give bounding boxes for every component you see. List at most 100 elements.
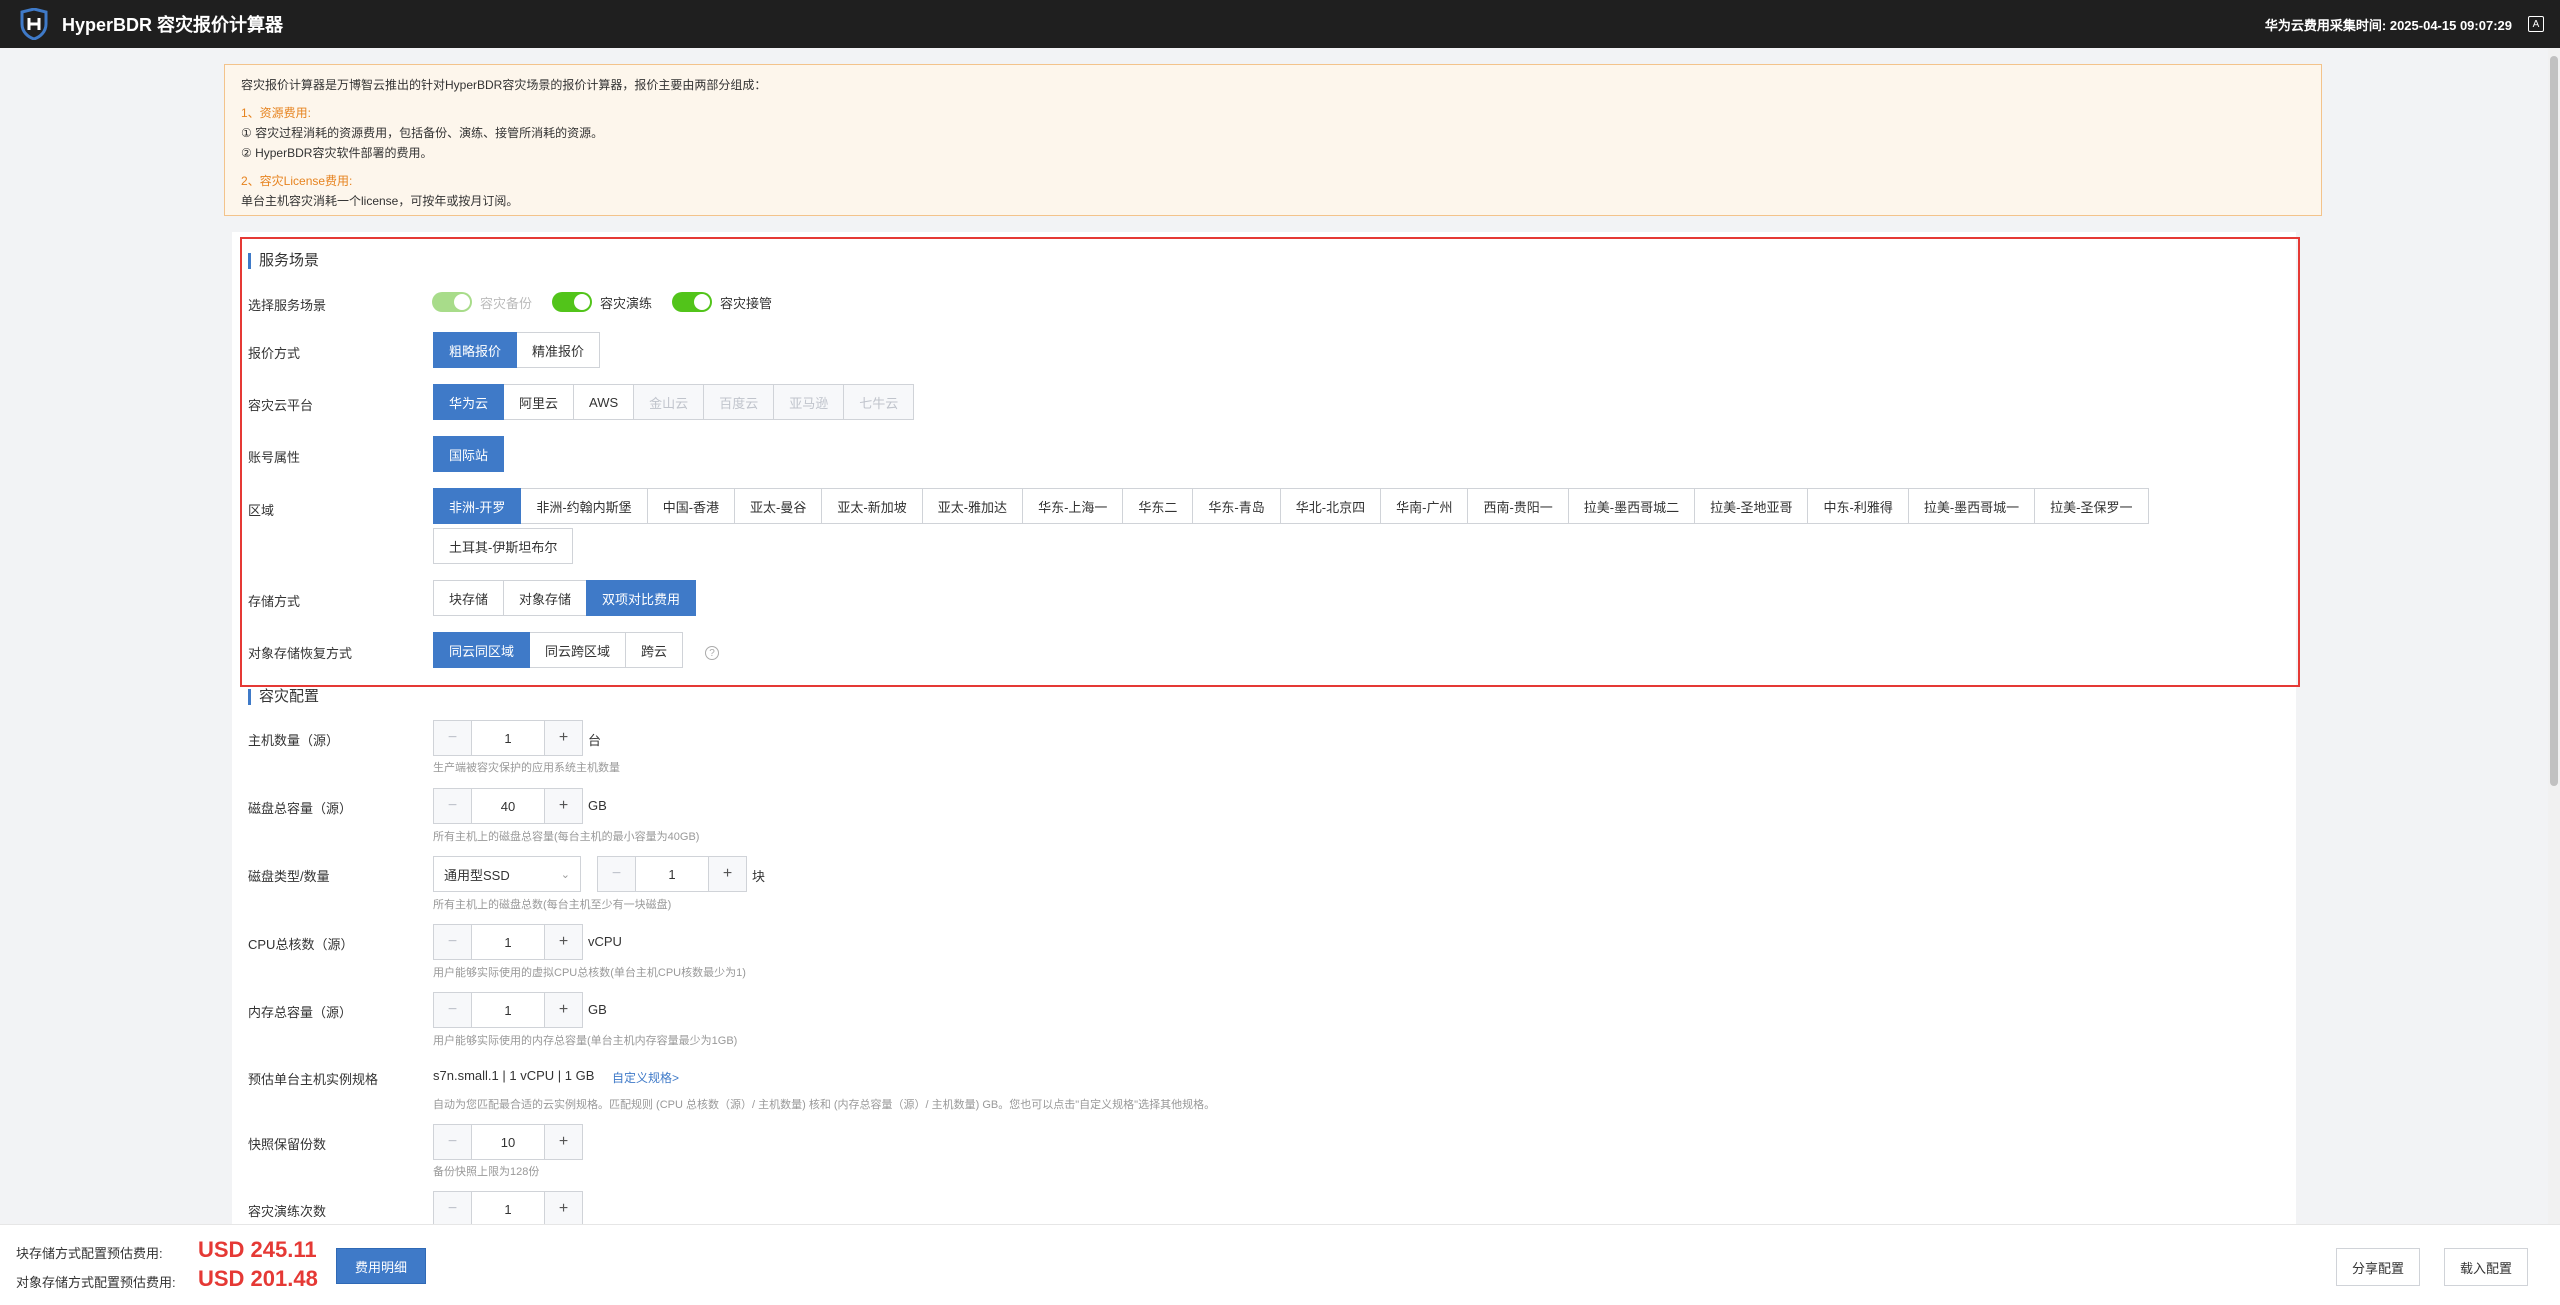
region-option[interactable]: 亚太-曼谷 bbox=[734, 488, 823, 524]
quote-option-rough[interactable]: 粗略报价 bbox=[433, 332, 518, 368]
plus-icon[interactable]: + bbox=[544, 721, 582, 755]
recovery-option-cross-cloud[interactable]: 跨云 bbox=[625, 632, 684, 668]
plus-icon[interactable]: + bbox=[544, 789, 582, 823]
hosts-label: 主机数量（源） bbox=[248, 733, 340, 748]
cloud-option-huawei[interactable]: 华为云 bbox=[433, 384, 505, 420]
spec-hint: 自动为您匹配最合适的云实例规格。匹配规则 (CPU 总核数（源）/ 主机数量) … bbox=[433, 1099, 1216, 1111]
app-title: HyperBDR 容灾报价计算器 bbox=[62, 15, 284, 35]
disk-type-hint: 所有主机上的磁盘总数(每台主机至少有一块磁盘) bbox=[433, 899, 672, 911]
notice-section1-item1: ① 容灾过程消耗的资源费用，包括备份、演练、接管所消耗的资源。 bbox=[241, 126, 604, 140]
region-option[interactable]: 拉美-墨西哥城二 bbox=[1567, 488, 1696, 524]
vertical-scrollbar[interactable] bbox=[2548, 48, 2560, 1224]
disk-capacity-hint: 所有主机上的磁盘总容量(每台主机的最小容量为40GB) bbox=[433, 831, 700, 843]
region-option[interactable]: 拉美-圣保罗一 bbox=[2034, 488, 2149, 524]
corner-icon[interactable]: A bbox=[2528, 16, 2544, 32]
quote-label: 报价方式 bbox=[248, 346, 301, 361]
cloud-option-amazon[interactable]: 亚马逊 bbox=[773, 384, 845, 420]
toggle-takeover[interactable] bbox=[672, 292, 713, 312]
notice-intro: 容灾报价计算器是万博智云推出的针对HyperBDR容灾场景的报价计算器，报价主要… bbox=[241, 78, 767, 92]
block-fee-value: USD 245.11 bbox=[198, 1237, 317, 1262]
plus-icon[interactable]: + bbox=[544, 1192, 582, 1226]
cloud-option-qiniu[interactable]: 七牛云 bbox=[843, 384, 915, 420]
cloud-option-kingsoft[interactable]: 金山云 bbox=[633, 384, 705, 420]
region-options: 非洲-开罗 非洲-约翰内斯堡 中国-香港 亚太-曼谷 亚太-新加坡 亚太-雅加达… bbox=[433, 488, 2149, 524]
region-option[interactable]: 拉美-圣地亚哥 bbox=[1694, 488, 1809, 524]
drills-input[interactable] bbox=[472, 1192, 544, 1226]
region-option[interactable]: 华东-青岛 bbox=[1192, 488, 1281, 524]
region-option[interactable]: 非洲-约翰内斯堡 bbox=[520, 488, 648, 524]
object-fee-label: 对象存储方式配置预估费用: bbox=[16, 1275, 176, 1290]
disk-count-stepper: − + bbox=[597, 856, 747, 892]
cloud-option-aliyun[interactable]: 阿里云 bbox=[503, 384, 575, 420]
cloud-option-baidu[interactable]: 百度云 bbox=[703, 384, 775, 420]
intro-notice: 容灾报价计算器是万博智云推出的针对HyperBDR容灾场景的报价计算器，报价主要… bbox=[224, 64, 2322, 216]
scene-label: 选择服务场景 bbox=[248, 298, 327, 313]
toggle-backup[interactable] bbox=[432, 292, 472, 312]
share-config-button[interactable]: 分享配置 bbox=[2336, 1248, 2420, 1286]
snapshots-input[interactable] bbox=[472, 1125, 544, 1159]
cpu-unit: vCPU bbox=[588, 934, 622, 949]
storage-option-object[interactable]: 对象存储 bbox=[503, 580, 588, 616]
disk-type-select[interactable]: 通用型SSD ⌄ bbox=[433, 856, 581, 892]
disk-count-input[interactable] bbox=[636, 857, 708, 891]
recovery-option-same-region[interactable]: 同云同区域 bbox=[433, 632, 531, 668]
storage-option-compare[interactable]: 双项对比费用 bbox=[586, 580, 697, 616]
load-config-button[interactable]: 载入配置 bbox=[2444, 1248, 2528, 1286]
plus-icon[interactable]: + bbox=[708, 857, 746, 891]
region-option[interactable]: 亚太-新加坡 bbox=[821, 488, 923, 524]
region-option[interactable]: 拉美-墨西哥城一 bbox=[1907, 488, 2036, 524]
region-option[interactable]: 西南-贵阳一 bbox=[1467, 488, 1569, 524]
toggle-drill-label: 容灾演练 bbox=[600, 295, 653, 311]
region-option[interactable]: 华东二 bbox=[1122, 488, 1194, 524]
minus-icon[interactable]: − bbox=[598, 857, 636, 891]
hosts-input[interactable] bbox=[472, 721, 544, 755]
cloud-label: 容灾云平台 bbox=[248, 398, 314, 413]
memory-hint: 用户能够实际使用的内存总容量(单台主机内存容量最少为1GB) bbox=[433, 1035, 738, 1047]
minus-icon[interactable]: − bbox=[434, 721, 472, 755]
minus-icon[interactable]: − bbox=[434, 925, 472, 959]
minus-icon[interactable]: − bbox=[434, 1192, 472, 1226]
recovery-option-cross-region[interactable]: 同云跨区域 bbox=[529, 632, 627, 668]
region-option[interactable]: 华南-广州 bbox=[1380, 488, 1469, 524]
notice-section2-item1: 单台主机容灾消耗一个license，可按年或按月订阅。 bbox=[241, 194, 519, 208]
region-option[interactable]: 中东-利雅得 bbox=[1807, 488, 1909, 524]
spec-label: 预估单台主机实例规格 bbox=[248, 1072, 379, 1087]
toggle-backup-label: 容灾备份 bbox=[480, 295, 533, 311]
region-option[interactable]: 华北-北京四 bbox=[1279, 488, 1382, 524]
snapshots-stepper: − + bbox=[433, 1124, 583, 1160]
cpu-input[interactable] bbox=[472, 925, 544, 959]
config-section-title: 容灾配置 bbox=[248, 689, 319, 705]
plus-icon[interactable]: + bbox=[544, 1125, 582, 1159]
memory-label: 内存总容量（源） bbox=[248, 1005, 353, 1020]
region-option[interactable]: 中国-香港 bbox=[646, 488, 736, 524]
disk-capacity-input[interactable] bbox=[472, 789, 544, 823]
storage-label: 存储方式 bbox=[248, 594, 301, 609]
cloud-option-aws[interactable]: AWS bbox=[573, 384, 635, 420]
plus-icon[interactable]: + bbox=[544, 993, 582, 1027]
minus-icon[interactable]: − bbox=[434, 789, 472, 823]
help-icon[interactable]: ? bbox=[705, 646, 719, 660]
spec-value: s7n.small.1 | 1 vCPU | 1 GB bbox=[433, 1068, 595, 1083]
region-option[interactable]: 亚太-雅加达 bbox=[921, 488, 1024, 524]
region-option[interactable]: 华东-上海一 bbox=[1022, 488, 1124, 524]
region-option[interactable]: 土耳其-伊斯坦布尔 bbox=[433, 528, 574, 564]
custom-spec-link[interactable]: 自定义规格> bbox=[612, 1069, 679, 1086]
scroll-thumb[interactable] bbox=[2550, 56, 2558, 786]
account-option-intl[interactable]: 国际站 bbox=[433, 436, 505, 472]
storage-option-block[interactable]: 块存储 bbox=[433, 580, 505, 616]
region-options-row2: 土耳其-伊斯坦布尔 bbox=[433, 528, 574, 564]
disk-type-value: 通用型SSD bbox=[444, 867, 510, 883]
toggle-drill[interactable] bbox=[552, 292, 593, 312]
minus-icon[interactable]: − bbox=[434, 1125, 472, 1159]
fee-detail-button[interactable]: 费用明细 bbox=[336, 1248, 426, 1284]
memory-input[interactable] bbox=[472, 993, 544, 1027]
minus-icon[interactable]: − bbox=[434, 993, 472, 1027]
plus-icon[interactable]: + bbox=[544, 925, 582, 959]
memory-stepper: − + bbox=[433, 992, 583, 1028]
disk-type-label: 磁盘类型/数量 bbox=[248, 869, 330, 884]
memory-unit: GB bbox=[588, 1002, 607, 1017]
hosts-stepper: − + bbox=[433, 720, 583, 756]
region-option[interactable]: 非洲-开罗 bbox=[433, 488, 522, 524]
quote-option-precise[interactable]: 精准报价 bbox=[516, 332, 601, 368]
disk-capacity-unit: GB bbox=[588, 798, 607, 813]
